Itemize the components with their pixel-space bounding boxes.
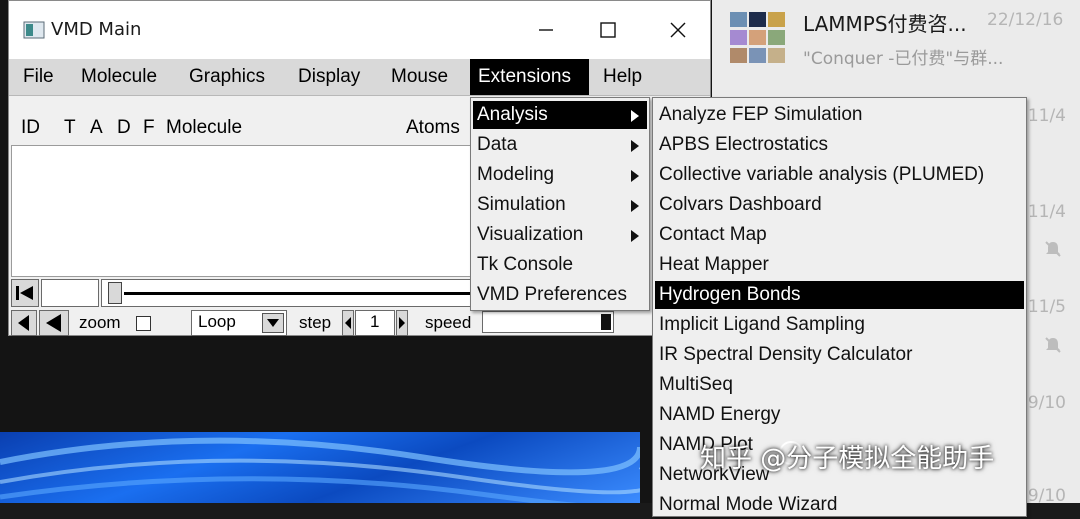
header-molecule: Molecule bbox=[166, 117, 243, 138]
step-decrement-button[interactable] bbox=[342, 310, 354, 336]
menu-item-ir-spectral[interactable]: IR Spectral Density Calculator bbox=[655, 341, 1024, 369]
speed-label: speed bbox=[425, 313, 472, 332]
chat-title[interactable]: LAMMPS付费咨... bbox=[803, 8, 967, 37]
header-id: ID bbox=[21, 117, 40, 138]
menu-item-namd-energy[interactable]: NAMD Energy bbox=[655, 401, 1024, 429]
chat-date: 22/12/16 bbox=[987, 10, 1064, 30]
arrow-right-icon bbox=[399, 317, 405, 329]
loop-mode-value: Loop bbox=[198, 312, 236, 331]
mute-bell-icon bbox=[1045, 241, 1061, 257]
molecule-list[interactable] bbox=[11, 145, 475, 277]
submenu-arrow-icon bbox=[631, 110, 639, 122]
jump-to-start-button[interactable] bbox=[11, 279, 39, 307]
menu-item-label: Visualization bbox=[477, 224, 584, 245]
menu-item-label: Modeling bbox=[477, 164, 555, 185]
step-label: step bbox=[299, 313, 332, 332]
menu-help[interactable]: Help bbox=[595, 59, 650, 95]
slider-track bbox=[124, 292, 480, 295]
menu-extensions[interactable]: Extensions bbox=[470, 59, 589, 95]
submenu-arrow-icon bbox=[631, 170, 639, 182]
menu-item-implicit-ligand[interactable]: Implicit Ligand Sampling bbox=[655, 311, 1024, 339]
triangle-left-icon bbox=[18, 315, 29, 331]
step-increment-button[interactable] bbox=[396, 310, 408, 336]
submenu-arrow-icon bbox=[631, 140, 639, 152]
close-button[interactable] bbox=[655, 13, 701, 47]
header-t: T bbox=[64, 117, 76, 138]
menu-item-plumed[interactable]: Collective variable analysis (PLUMED) bbox=[655, 161, 1024, 189]
menu-item-colvars-dashboard[interactable]: Colvars Dashboard bbox=[655, 191, 1024, 219]
menu-item-vmd-preferences[interactable]: VMD Preferences bbox=[473, 281, 647, 309]
title-bar[interactable]: VMD Main bbox=[9, 1, 710, 59]
watermark: 知乎 @分子模拟全能助手 bbox=[700, 444, 995, 474]
header-atoms: Atoms bbox=[406, 117, 460, 138]
step-back-button[interactable] bbox=[11, 310, 37, 336]
slider-handle[interactable] bbox=[108, 282, 122, 304]
header-d: D bbox=[117, 117, 131, 138]
chat-side-date: 11/4 bbox=[1027, 202, 1066, 222]
wallpaper-swirl bbox=[0, 437, 640, 503]
play-reverse-icon bbox=[46, 314, 61, 332]
menu-item-label: Simulation bbox=[477, 194, 566, 215]
menu-item-simulation[interactable]: Simulation bbox=[473, 191, 647, 219]
chevron-down-icon[interactable] bbox=[262, 313, 284, 333]
zoom-label: zoom bbox=[79, 313, 121, 332]
menu-item-analysis[interactable]: Analysis bbox=[473, 101, 647, 129]
submenu-arrow-icon bbox=[631, 200, 639, 212]
menu-item-heat-mapper[interactable]: Heat Mapper bbox=[655, 251, 1024, 279]
loop-mode-select[interactable]: Loop bbox=[191, 310, 287, 336]
submenu-arrow-icon bbox=[631, 230, 639, 242]
mute-bell-icon bbox=[1045, 337, 1061, 353]
menu-item-apbs[interactable]: APBS Electrostatics bbox=[655, 131, 1024, 159]
menu-item-hydrogen-bonds[interactable]: Hydrogen Bonds bbox=[655, 281, 1024, 309]
speed-slider-track[interactable] bbox=[482, 311, 614, 333]
header-a: A bbox=[90, 117, 103, 138]
menu-graphics[interactable]: Graphics bbox=[181, 59, 273, 95]
chat-preview: "Conquer -已付费"与群... bbox=[803, 49, 1004, 69]
menu-display[interactable]: Display bbox=[290, 59, 368, 95]
menu-mouse[interactable]: Mouse bbox=[383, 59, 456, 95]
speed-slider-handle[interactable] bbox=[601, 314, 611, 330]
minimize-button[interactable] bbox=[523, 13, 569, 47]
chat-side-date: 9/10 bbox=[1027, 393, 1066, 413]
arrow-left-icon bbox=[345, 317, 351, 329]
maximize-button[interactable] bbox=[585, 13, 631, 47]
menu-item-modeling[interactable]: Modeling bbox=[473, 161, 647, 189]
vmd-app-icon bbox=[23, 21, 45, 39]
animation-timeline bbox=[11, 279, 481, 307]
play-reverse-button[interactable] bbox=[39, 310, 69, 336]
window-title: VMD Main bbox=[51, 19, 142, 40]
desktop-wallpaper bbox=[0, 432, 640, 503]
frame-entry[interactable] bbox=[41, 279, 99, 307]
menu-item-analyze-fep[interactable]: Analyze FEP Simulation bbox=[655, 101, 1024, 129]
jump-start-icon bbox=[16, 286, 33, 300]
step-entry[interactable]: 1 bbox=[355, 310, 395, 336]
menu-item-visualization[interactable]: Visualization bbox=[473, 221, 647, 249]
chat-side-date: 9/10 bbox=[1027, 486, 1066, 506]
menu-item-data[interactable]: Data bbox=[473, 131, 647, 159]
header-f: F bbox=[143, 117, 155, 138]
menu-bar: File Molecule Graphics Display Mouse Ext… bbox=[9, 59, 710, 96]
extensions-menu: Analysis Data Modeling Simulation Visual… bbox=[470, 97, 650, 311]
animation-controls: zoom Loop step 1 speed bbox=[11, 310, 481, 336]
group-avatar[interactable] bbox=[728, 10, 786, 66]
menu-item-normal-mode-wizard[interactable]: Normal Mode Wizard bbox=[655, 491, 1024, 519]
menu-file[interactable]: File bbox=[15, 59, 62, 95]
chat-side-date: 11/4 bbox=[1027, 106, 1066, 126]
menu-molecule[interactable]: Molecule bbox=[73, 59, 165, 95]
menu-item-multiseq[interactable]: MultiSeq bbox=[655, 371, 1024, 399]
frame-slider[interactable] bbox=[101, 279, 481, 307]
menu-item-label: Data bbox=[477, 134, 518, 155]
chat-side-date: 11/5 bbox=[1027, 297, 1066, 317]
menu-item-contact-map[interactable]: Contact Map bbox=[655, 221, 1024, 249]
menu-item-tk-console[interactable]: Tk Console bbox=[473, 251, 647, 279]
menu-item-label: Analysis bbox=[477, 104, 548, 125]
zoom-checkbox[interactable] bbox=[136, 316, 151, 331]
